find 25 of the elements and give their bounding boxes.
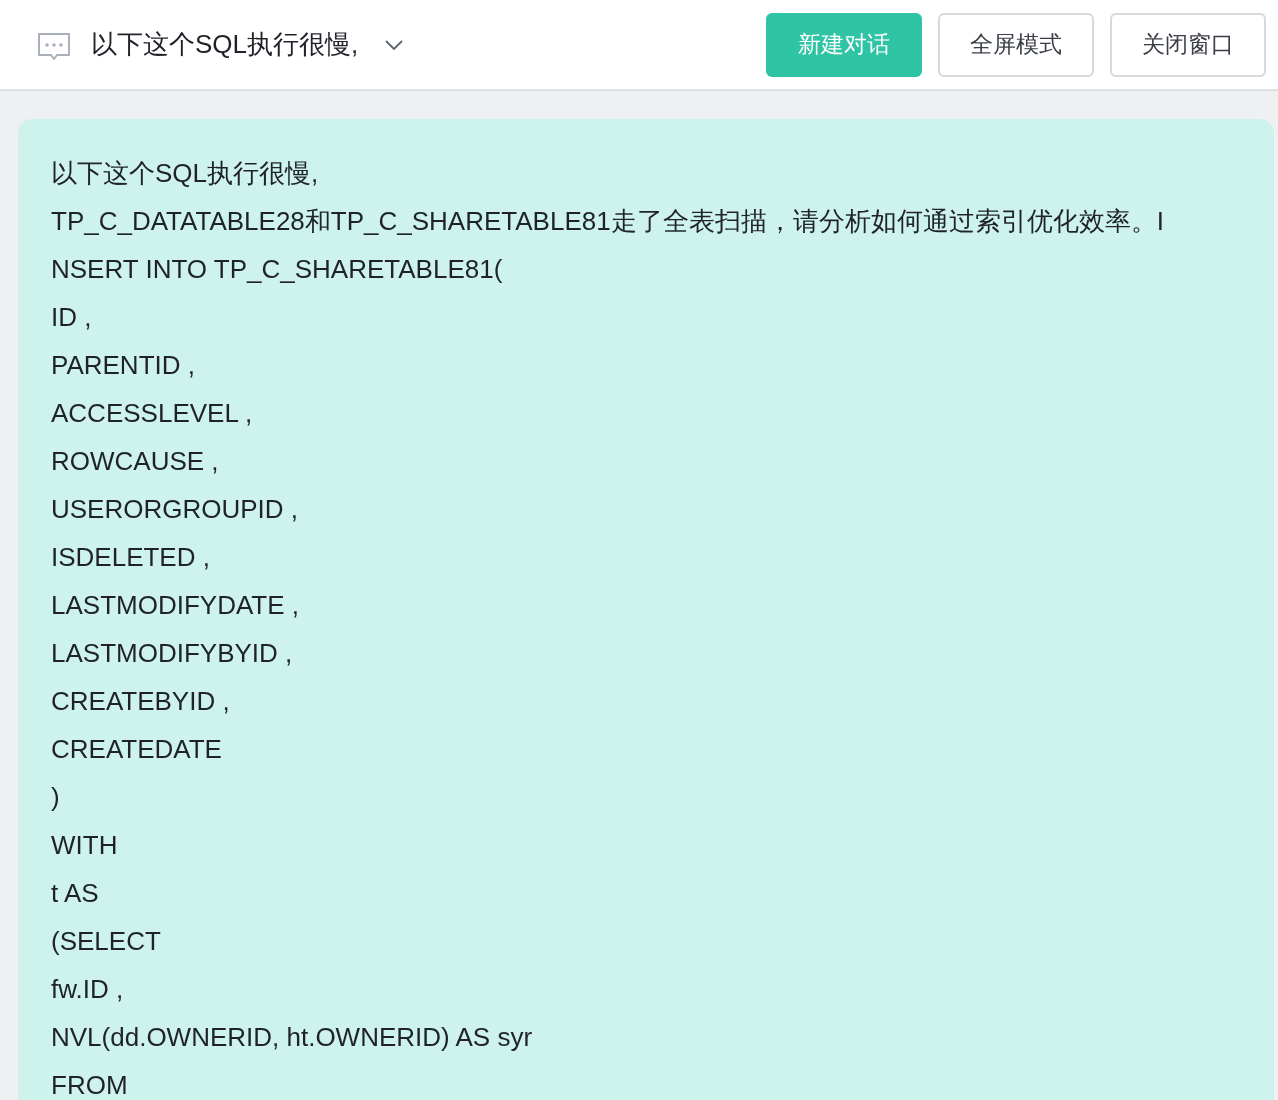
message-line: t AS [51,877,100,910]
message-line: ROWCAUSE , [51,445,220,478]
message-line: LASTMODIFYBYID , [51,637,294,670]
message-line: ID , [51,301,93,334]
message-line: TP_C_DATATABLE28和TP_C_SHARETABLE81走了全表扫描，请分析如何通过索引优化效率。I [51,205,1165,238]
message-line: CREATEBYID , [51,685,231,718]
message-line: NSERT INTO TP_C_SHARETABLE81( [51,253,504,286]
message-line: fw.ID , [51,973,125,1006]
message-line: NVL(dd.OWNERID, ht.OWNERID) AS syr [51,1021,534,1054]
conversation-title[interactable]: 以下这个SQL执行很慢, [91,27,359,62]
message-line: PARENTID , [51,349,196,382]
message-line: USERORGROUPID , [51,493,300,526]
message-line: ACCESSLEVEL , [51,397,254,430]
message-line: FROM [51,1069,129,1100]
message-line: LASTMODIFYDATE , [51,589,300,622]
message-line: ISDELETED , [51,541,211,574]
header-button[interactable]: 关闭窗口 [1110,12,1266,77]
chat-icon [37,31,71,62]
message-line: CREATEDATE [51,733,223,766]
chevron-down-icon[interactable] [384,38,405,51]
message-line: 以下这个SQL执行很慢, [51,157,320,190]
message-line: ) [51,781,61,814]
message-line: (SELECT [51,925,162,958]
header-button[interactable]: 全屏模式 [938,12,1094,77]
message-line: WITH [51,829,119,862]
